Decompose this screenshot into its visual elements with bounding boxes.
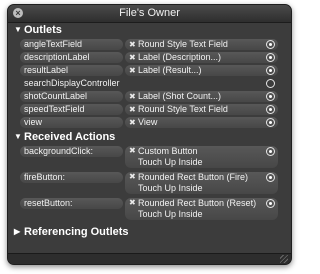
- outlet-row: angleTextField ✖ Round Style Text Field: [8, 39, 291, 51]
- x-icon[interactable]: ✖: [129, 104, 136, 115]
- action-name: fireButton:: [20, 172, 123, 183]
- outlet-name: searchDisplayController: [24, 78, 120, 88]
- outlet-row: speedTextField ✖ Round Style Text Field: [8, 104, 291, 116]
- action-target-label: Custom Button: [138, 146, 198, 156]
- outlet-name: angleTextField: [20, 39, 123, 50]
- outlet-name: speedTextField: [20, 104, 123, 115]
- x-icon[interactable]: ✖: [129, 146, 136, 155]
- title-bar[interactable]: × File's Owner: [8, 5, 291, 23]
- action-target[interactable]: ✖ Rounded Rect Button (Fire) Touch Up In…: [125, 172, 278, 194]
- triangle-right-icon[interactable]: ▶: [14, 226, 24, 238]
- action-target[interactable]: ✖ Custom Button Touch Up Inside: [125, 146, 278, 168]
- action-row: backgroundClick: ✖ Custom Button Touch U…: [8, 146, 291, 170]
- action-event-label: Touch Up Inside: [138, 157, 203, 167]
- action-row: fireButton: ✖ Rounded Rect Button (Fire)…: [8, 172, 291, 196]
- x-icon[interactable]: ✖: [129, 52, 136, 63]
- outlet-target[interactable]: ✖ Round Style Text Field: [125, 104, 278, 115]
- panel-footer: [8, 253, 291, 264]
- outlet-row: searchDisplayController: [8, 78, 291, 90]
- connections-inspector-panel: × File's Owner ▼ Outlets angleTextField ✖…: [7, 4, 292, 265]
- outlet-name: resultLabel: [20, 65, 123, 76]
- triangle-down-icon[interactable]: ▼: [14, 24, 24, 36]
- action-name: resetButton:: [20, 198, 123, 209]
- outlets-section-header[interactable]: ▼ Outlets: [14, 24, 62, 36]
- connection-circle-icon[interactable]: [266, 53, 275, 62]
- connection-circle-icon[interactable]: [266, 40, 275, 49]
- outlet-target[interactable]: ✖ Round Style Text Field: [125, 39, 278, 50]
- x-icon[interactable]: ✖: [129, 198, 136, 207]
- received-actions-section-header[interactable]: ▼ Received Actions: [14, 131, 115, 143]
- triangle-down-icon[interactable]: ▼: [14, 131, 24, 143]
- outlet-row: shotCountLabel ✖ Label (Shot Count...): [8, 91, 291, 103]
- action-target-label: Rounded Rect Button (Reset): [138, 198, 257, 208]
- outlet-target[interactable]: ✖ Label (Shot Count...): [125, 91, 278, 102]
- outlet-name: descriptionLabel: [20, 52, 123, 63]
- connection-circle-icon[interactable]: [266, 79, 275, 88]
- x-icon[interactable]: ✖: [129, 65, 136, 76]
- action-name: backgroundClick:: [20, 146, 123, 157]
- connection-circle-icon[interactable]: [266, 199, 275, 208]
- connection-circle-icon[interactable]: [266, 147, 275, 156]
- outlet-row: resultLabel ✖ Label (Result...): [8, 65, 291, 77]
- connection-circle-icon[interactable]: [266, 105, 275, 114]
- outlet-name: view: [20, 117, 123, 128]
- connection-circle-icon[interactable]: [266, 118, 275, 127]
- window-title: File's Owner: [119, 7, 180, 19]
- x-icon[interactable]: ✖: [129, 117, 136, 128]
- connection-circle-icon[interactable]: [266, 92, 275, 101]
- outlet-target[interactable]: ✖ Label (Description...): [125, 52, 278, 63]
- resize-grip-icon[interactable]: [280, 255, 288, 263]
- action-event-label: Touch Up Inside: [138, 183, 203, 193]
- outlet-row: descriptionLabel ✖ Label (Description...): [8, 52, 291, 64]
- connection-circle-icon[interactable]: [266, 66, 275, 75]
- action-row: resetButton: ✖ Rounded Rect Button (Rese…: [8, 198, 291, 222]
- outlet-name: shotCountLabel: [20, 91, 123, 102]
- outlet-target[interactable]: ✖ Label (Result...): [125, 65, 278, 76]
- action-target[interactable]: ✖ Rounded Rect Button (Reset) Touch Up I…: [125, 198, 278, 220]
- outlet-target[interactable]: ✖ View: [125, 117, 278, 128]
- outlet-row: view ✖ View: [8, 117, 291, 129]
- x-icon[interactable]: ✖: [129, 91, 136, 102]
- action-target-label: Rounded Rect Button (Fire): [138, 172, 249, 182]
- connection-circle-icon[interactable]: [266, 173, 275, 182]
- x-icon[interactable]: ✖: [129, 172, 136, 181]
- referencing-outlets-section-header[interactable]: ▶ Referencing Outlets: [14, 226, 129, 238]
- x-icon[interactable]: ✖: [129, 39, 136, 50]
- action-event-label: Touch Up Inside: [138, 209, 203, 219]
